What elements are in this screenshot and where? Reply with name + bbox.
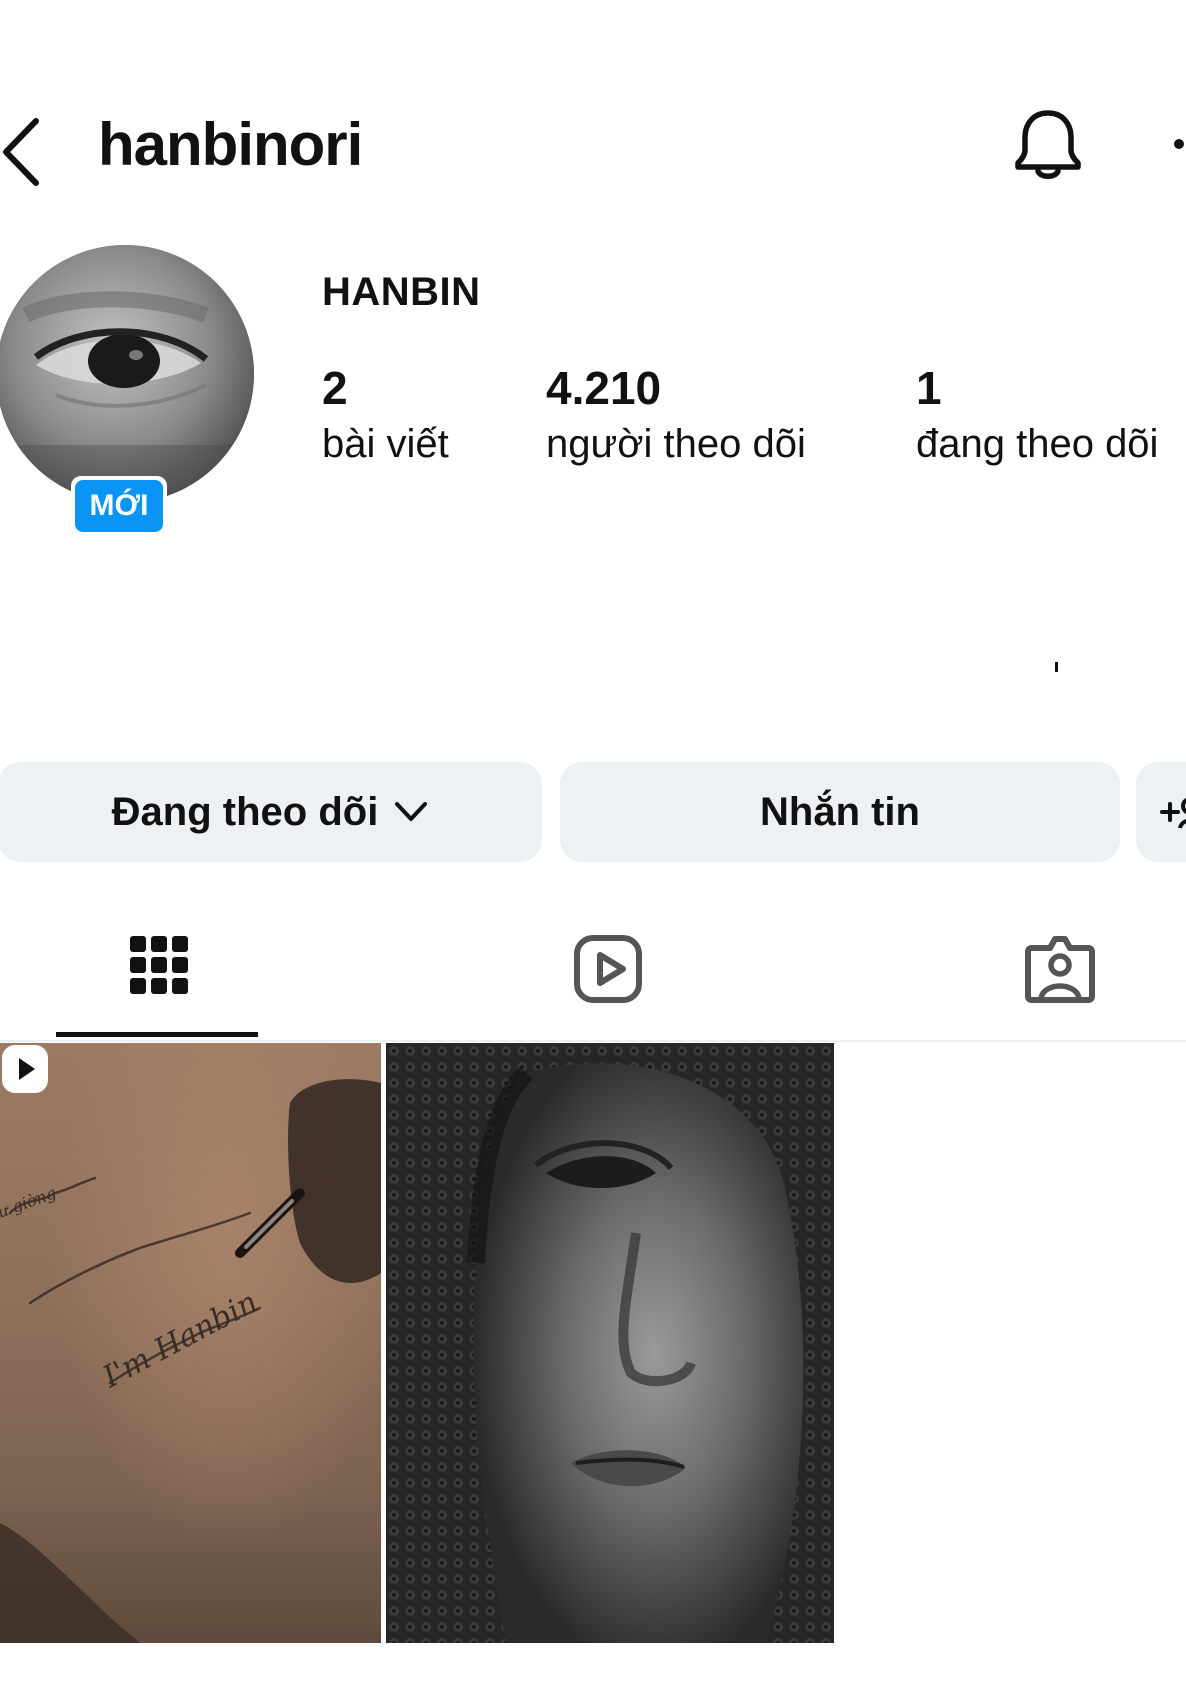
post-thumbnail-reel[interactable]: ư giờng I'm Hanbin [0,1043,381,1643]
grid-icon [130,936,188,994]
handwriting-text-1: ư giờng [0,1183,59,1222]
chevron-down-icon [395,802,428,821]
following-count: 1 [916,362,942,414]
avatar-container[interactable]: MỚI [0,245,256,536]
chevron-left-icon [3,118,39,186]
following-button[interactable]: Đang theo dõi [0,762,542,862]
following-button-label: Đang theo dõi [111,789,379,834]
followers-label: người theo dõi [546,422,806,466]
more-options-icon [1174,139,1184,149]
stat-followers[interactable]: 4.210 người theo dõi [546,360,806,470]
posts-count: 2 [322,362,348,414]
posts-label: bài viết [322,422,449,466]
reel-thumbnail-image: ư giờng I'm Hanbin [0,1079,381,1643]
reels-icon [574,935,642,1003]
add-person-icon [1160,797,1186,829]
message-button-label: Nhắn tin [760,789,920,834]
tagged-person-icon [1025,936,1095,1003]
notification-button[interactable] [1012,107,1084,183]
new-badge-label: MỚI [75,480,163,532]
more-options-button[interactable] [1168,135,1186,155]
stat-posts[interactable]: 2 bài viết [322,360,449,470]
post-thumbnail-photo[interactable] [386,1043,834,1643]
handwriting-text-3: I'm Hanbin [96,1285,263,1396]
add-user-button[interactable] [1136,762,1186,862]
stat-following[interactable]: 1 đang theo dõi [916,360,1158,470]
profile-username: hanbinori [98,111,363,178]
avatar-image [0,245,254,503]
profile-header: hanbinori [0,95,1186,195]
tab-posts-grid[interactable] [56,900,258,1038]
avatar[interactable] [0,245,254,503]
stray-mark [1055,662,1058,672]
tab-reels[interactable] [520,900,700,1038]
display-name: HANBIN [322,270,481,314]
active-tab-indicator [56,1032,258,1037]
reel-play-icon [2,1045,48,1093]
tab-tagged[interactable] [970,900,1150,1038]
profile-tabs [0,900,1186,1042]
photo-thumbnail-image [386,1043,834,1643]
followers-count: 4.210 [546,362,662,414]
bell-icon [1015,110,1081,179]
back-button[interactable] [0,105,50,186]
following-label: đang theo dõi [916,422,1159,466]
handwriting-line-2 [28,1211,252,1305]
new-story-badge: MỚI [71,476,167,536]
message-button[interactable]: Nhắn tin [560,762,1120,862]
